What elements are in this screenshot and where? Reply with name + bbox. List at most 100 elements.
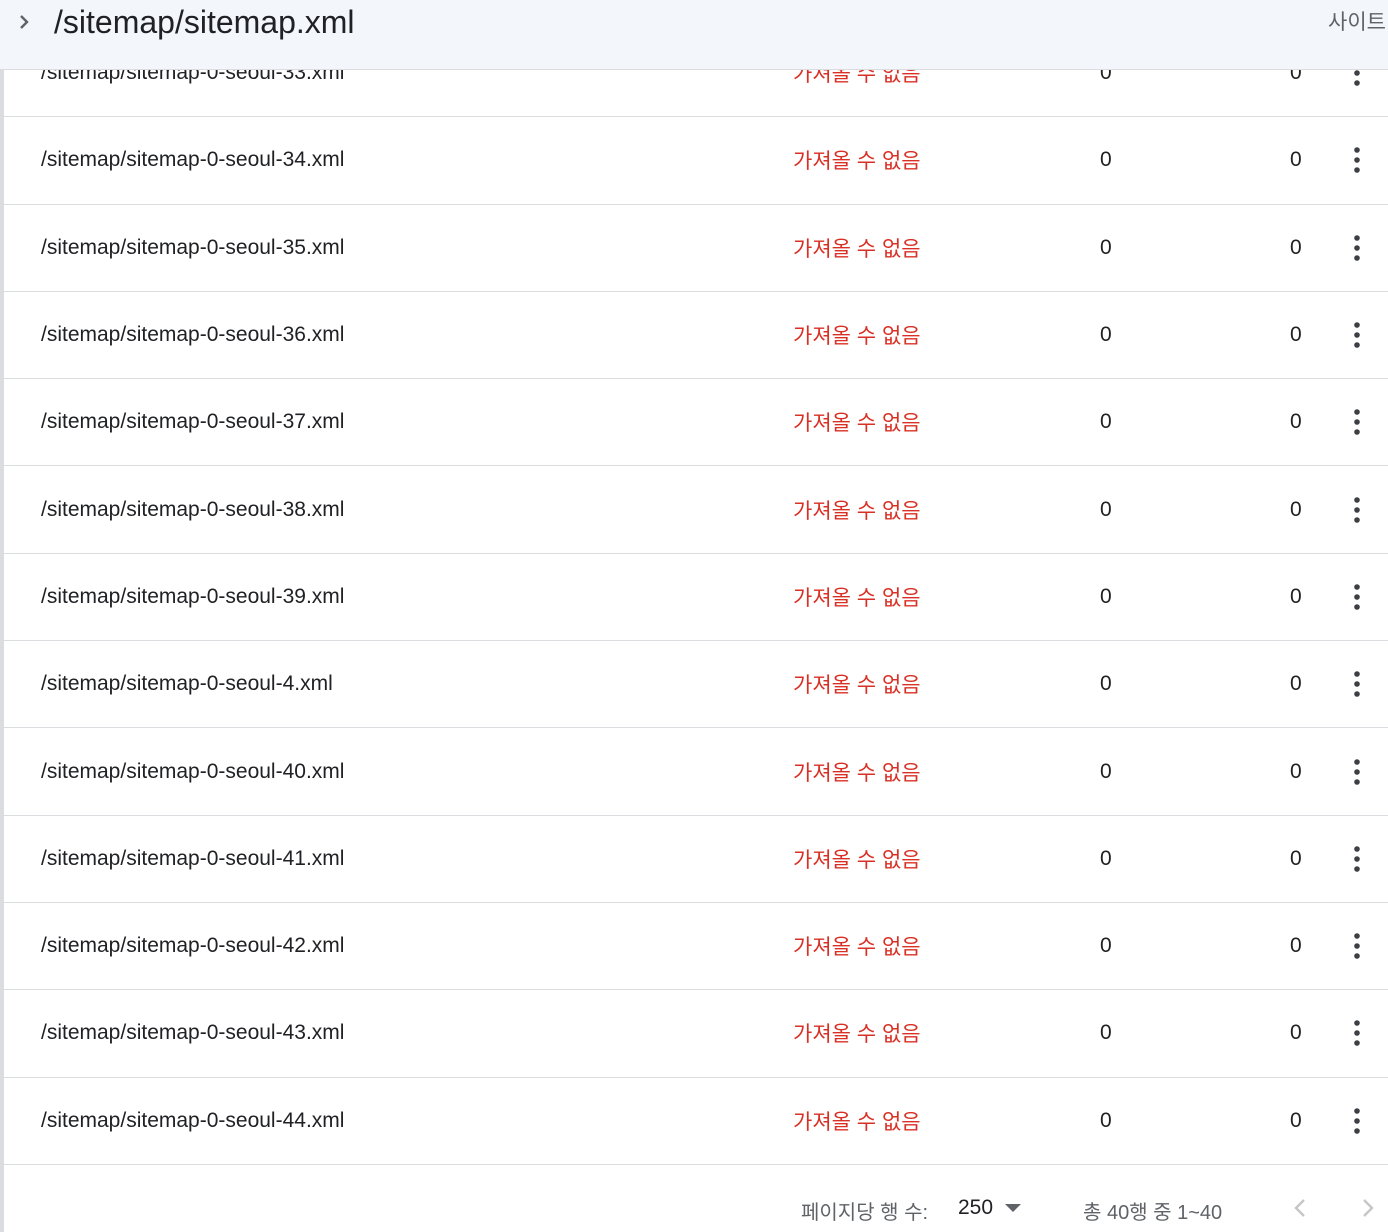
page-header: /sitemap/sitemap.xml 사이트 — [0, 0, 1388, 70]
table-row[interactable]: /sitemap/sitemap-0-seoul-4.xml 가져올 수 없음 … — [4, 641, 1388, 729]
status-text: 가져올 수 없음 — [793, 1023, 921, 1047]
status-text: 가져올 수 없음 — [793, 237, 921, 261]
chevron-right-icon — [1363, 1199, 1374, 1217]
more-vert-icon — [1354, 1020, 1360, 1047]
discovered-videos-count: 0 — [1290, 846, 1302, 870]
more-vert-icon — [1354, 758, 1360, 785]
discovered-pages-count: 0 — [1100, 410, 1112, 434]
table-row[interactable]: /sitemap/sitemap-0-seoul-43.xml 가져올 수 없음… — [4, 990, 1388, 1078]
header-right-label: 사이트 — [1328, 11, 1386, 34]
discovered-pages-count: 0 — [1100, 584, 1112, 608]
discovered-pages-count: 0 — [1100, 934, 1112, 958]
status-text: 가져올 수 없음 — [793, 412, 921, 436]
sitemap-url: /sitemap/sitemap-0-seoul-39.xml — [41, 584, 345, 608]
discovered-videos-count: 0 — [1290, 584, 1302, 608]
rows-per-page-value: 250 — [958, 1196, 994, 1219]
sitemap-url: /sitemap/sitemap-0-seoul-38.xml — [41, 497, 345, 521]
pagination-range: 총 40행 중 1~40 — [1083, 1202, 1223, 1224]
discovered-videos-count: 0 — [1290, 759, 1302, 783]
arrow-drop-down-icon — [1005, 1204, 1022, 1212]
rows-per-page-label: 페이지당 행 수: — [801, 1202, 929, 1224]
chevron-left-icon — [1294, 1199, 1305, 1217]
more-options-button[interactable] — [1340, 755, 1374, 789]
table-row[interactable]: /sitemap/sitemap-0-seoul-35.xml 가져올 수 없음… — [4, 205, 1388, 292]
discovered-pages-count: 0 — [1100, 148, 1112, 172]
discovered-videos-count: 0 — [1290, 1021, 1302, 1045]
more-vert-icon — [1354, 234, 1360, 261]
more-vert-icon — [1354, 1107, 1360, 1134]
more-vert-icon — [1354, 322, 1360, 348]
page-title: /sitemap/sitemap.xml — [54, 4, 355, 40]
more-options-button[interactable] — [1340, 231, 1374, 265]
status-text: 가져올 수 없음 — [793, 1110, 921, 1134]
status-text: 가져올 수 없음 — [793, 761, 921, 785]
status-text: 가져올 수 없음 — [793, 848, 921, 872]
more-vert-icon — [1354, 147, 1360, 174]
discovered-videos-count: 0 — [1290, 497, 1302, 521]
discovered-pages-count: 0 — [1100, 235, 1112, 259]
table-row[interactable]: /sitemap/sitemap-0-seoul-41.xml 가져올 수 없음… — [4, 816, 1388, 903]
discovered-pages-count: 0 — [1100, 759, 1112, 783]
discovered-videos-count: 0 — [1290, 235, 1302, 259]
table-row[interactable]: /sitemap/sitemap-0-seoul-42.xml 가져올 수 없음… — [4, 903, 1388, 991]
discovered-pages-count: 0 — [1100, 497, 1112, 521]
table-row[interactable]: /sitemap/sitemap-0-seoul-36.xml 가져올 수 없음… — [4, 292, 1388, 380]
more-options-button[interactable] — [1340, 929, 1374, 963]
more-options-button[interactable] — [1340, 842, 1374, 876]
more-options-button[interactable] — [1340, 667, 1374, 701]
more-vert-icon — [1354, 584, 1360, 610]
more-options-button[interactable] — [1340, 405, 1374, 439]
table-row[interactable]: /sitemap/sitemap-0-seoul-40.xml 가져올 수 없음… — [4, 728, 1388, 816]
discovered-videos-count: 0 — [1290, 934, 1302, 958]
sitemap-url: /sitemap/sitemap-0-seoul-36.xml — [41, 323, 345, 347]
discovered-videos-count: 0 — [1290, 410, 1302, 434]
more-options-button[interactable] — [1340, 1104, 1374, 1138]
previous-page-button[interactable] — [1286, 1194, 1314, 1222]
chevron-right-icon — [20, 15, 29, 29]
status-text: 가져올 수 없음 — [793, 586, 921, 610]
more-options-button[interactable] — [1340, 143, 1374, 177]
discovered-pages-count: 0 — [1100, 1108, 1112, 1132]
sitemap-details-page: /sitemap/sitemap-0-seoul-33.xml 가져올 수 없음… — [0, 0, 1388, 1232]
discovered-pages-count: 0 — [1100, 672, 1112, 696]
more-options-button[interactable] — [1340, 580, 1374, 614]
sitemap-url: /sitemap/sitemap-0-seoul-41.xml — [41, 846, 345, 870]
more-options-button[interactable] — [1340, 1016, 1374, 1050]
more-vert-icon — [1354, 671, 1360, 698]
status-text: 가져올 수 없음 — [793, 936, 921, 960]
sitemap-url: /sitemap/sitemap-0-seoul-37.xml — [41, 410, 345, 434]
more-vert-icon — [1354, 933, 1360, 959]
status-text: 가져올 수 없음 — [793, 499, 921, 523]
expand-button[interactable] — [10, 8, 38, 36]
status-text: 가져올 수 없음 — [793, 325, 921, 349]
table-row[interactable]: /sitemap/sitemap-0-seoul-44.xml 가져올 수 없음… — [4, 1078, 1388, 1165]
discovered-videos-count: 0 — [1290, 1108, 1302, 1132]
more-vert-icon — [1354, 409, 1360, 436]
more-vert-icon — [1354, 846, 1360, 872]
sitemap-table: /sitemap/sitemap-0-seoul-33.xml 가져올 수 없음… — [0, 0, 1388, 1232]
sitemap-url: /sitemap/sitemap-0-seoul-44.xml — [41, 1108, 345, 1132]
status-text: 가져올 수 없음 — [793, 674, 921, 698]
sitemap-url: /sitemap/sitemap-0-seoul-40.xml — [41, 759, 345, 783]
sitemap-url: /sitemap/sitemap-0-seoul-43.xml — [41, 1021, 345, 1045]
table-row[interactable]: /sitemap/sitemap-0-seoul-37.xml 가져올 수 없음… — [4, 379, 1388, 467]
next-page-button[interactable] — [1354, 1194, 1382, 1222]
sitemap-url: /sitemap/sitemap-0-seoul-35.xml — [41, 235, 345, 259]
table-body: /sitemap/sitemap-0-seoul-33.xml 가져올 수 없음… — [4, 30, 1388, 1165]
more-options-button[interactable] — [1340, 493, 1374, 527]
sitemap-url: /sitemap/sitemap-0-seoul-34.xml — [41, 148, 345, 172]
discovered-videos-count: 0 — [1290, 148, 1302, 172]
rows-per-page-select[interactable]: 250 — [958, 1192, 1038, 1224]
table-row[interactable]: /sitemap/sitemap-0-seoul-38.xml 가져올 수 없음… — [4, 466, 1388, 554]
discovered-videos-count: 0 — [1290, 672, 1302, 696]
discovered-videos-count: 0 — [1290, 323, 1302, 347]
discovered-pages-count: 0 — [1100, 846, 1112, 870]
table-footer: 페이지당 행 수: 250 총 40행 중 1~40 — [8, 1166, 1388, 1232]
discovered-pages-count: 0 — [1100, 1021, 1112, 1045]
more-vert-icon — [1354, 496, 1360, 523]
table-row[interactable]: /sitemap/sitemap-0-seoul-34.xml 가져올 수 없음… — [4, 117, 1388, 205]
table-row[interactable]: /sitemap/sitemap-0-seoul-39.xml 가져올 수 없음… — [4, 554, 1388, 642]
sitemap-url: /sitemap/sitemap-0-seoul-42.xml — [41, 934, 345, 958]
status-text: 가져올 수 없음 — [793, 150, 921, 174]
more-options-button[interactable] — [1340, 318, 1374, 352]
